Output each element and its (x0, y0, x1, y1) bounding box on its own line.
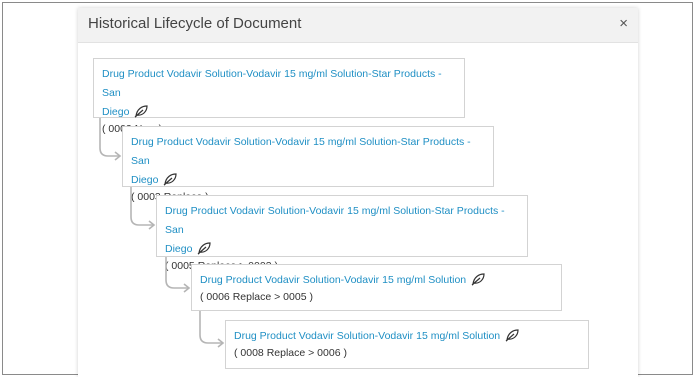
lifecycle-connectors (99, 118, 225, 348)
connector-2-3 (130, 187, 154, 226)
connector-3-4 (165, 257, 189, 289)
connector-4-5 (199, 311, 223, 344)
connector-1-2 (99, 118, 120, 157)
